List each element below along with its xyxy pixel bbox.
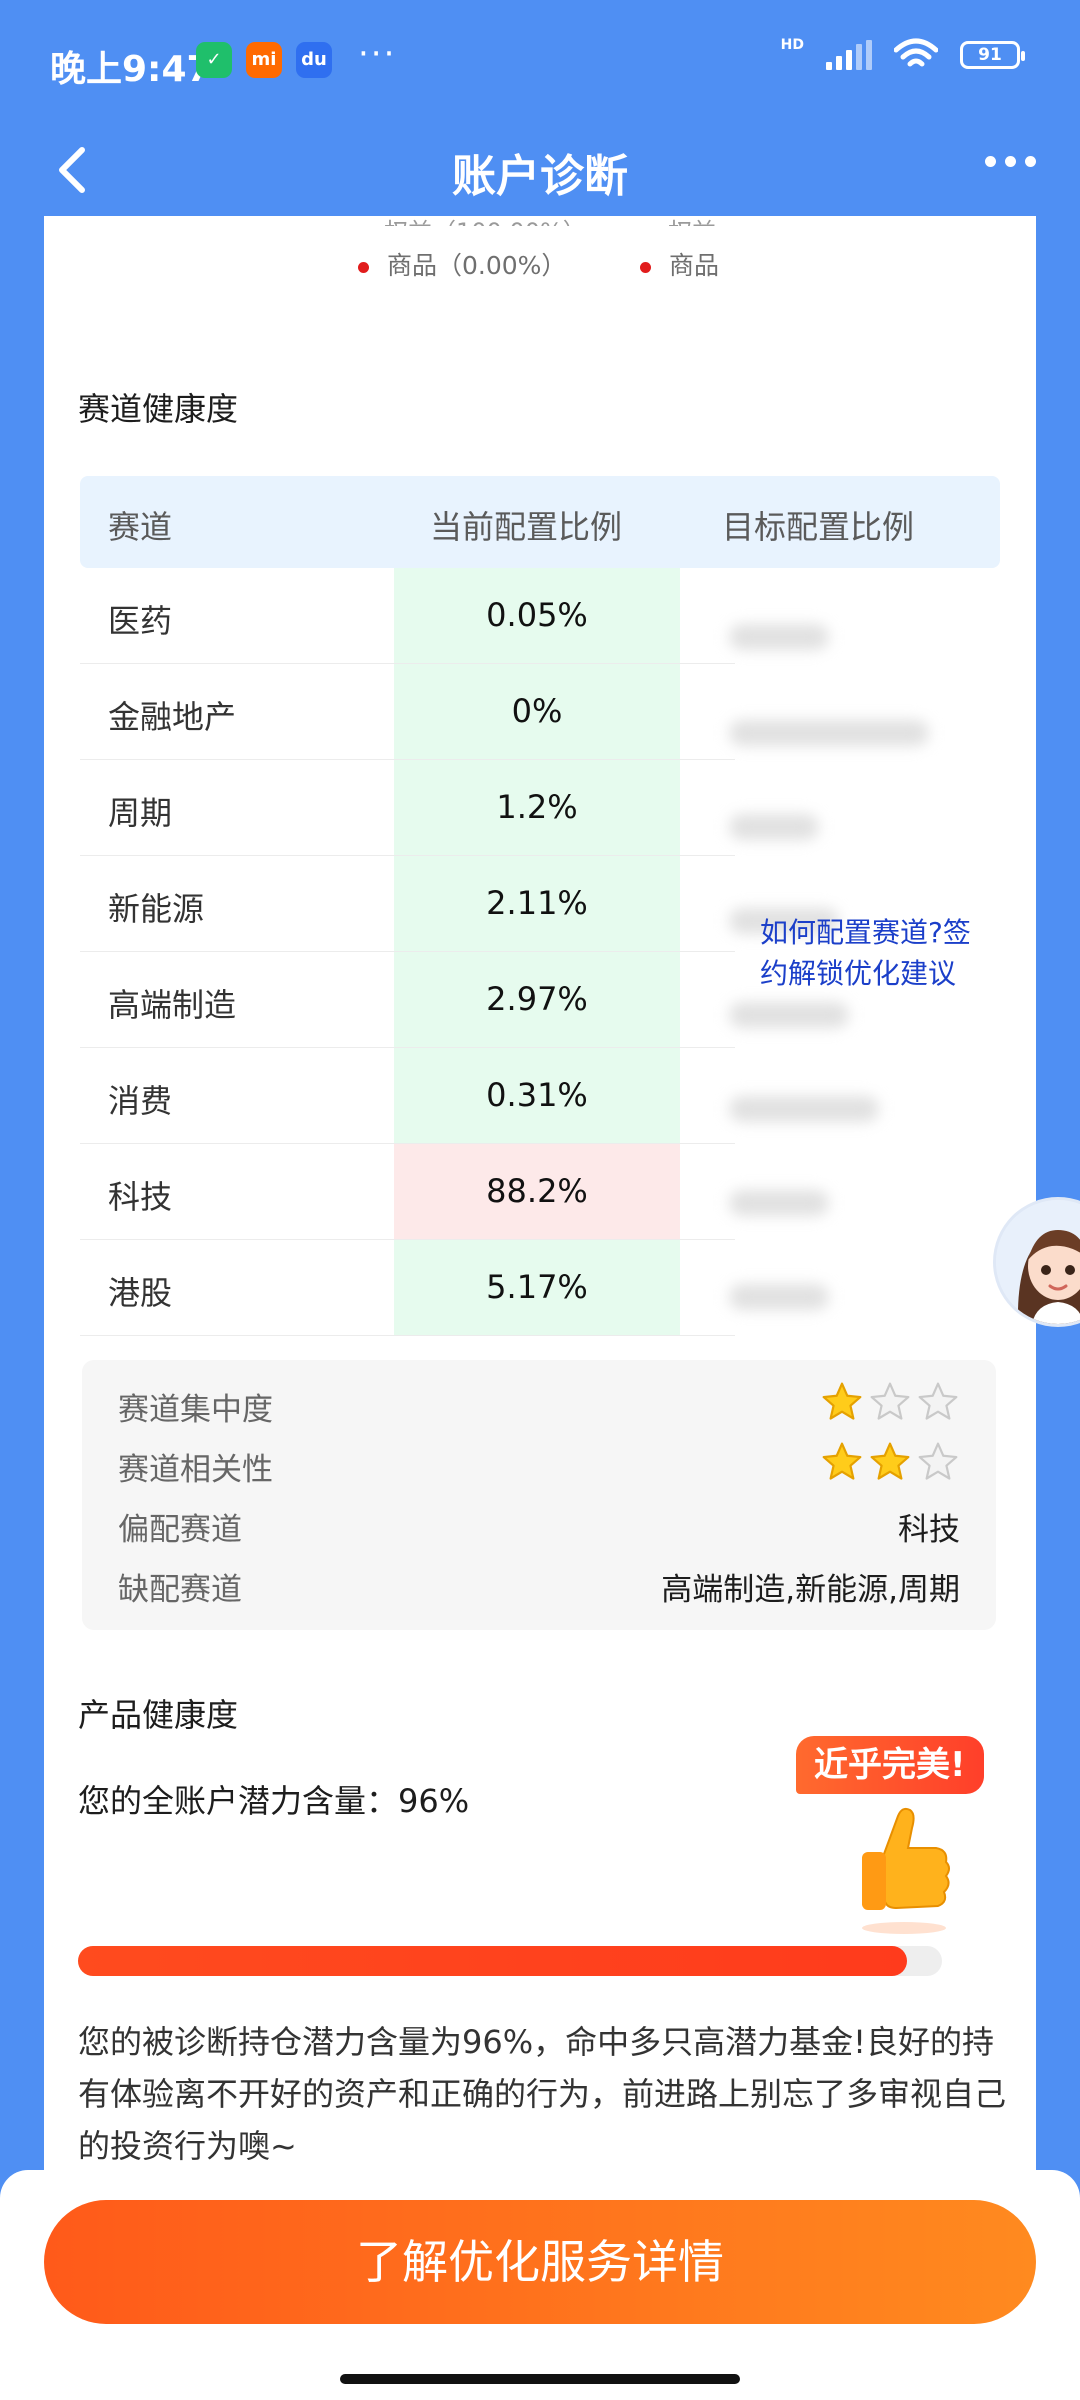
blurred-target: [729, 1002, 849, 1028]
header-track: 赛道: [108, 508, 173, 546]
correlation-row: 赛道相关性: [118, 1436, 960, 1488]
overweight-value: 科技: [898, 1512, 960, 1548]
current-ratio: 0.31%: [394, 1048, 680, 1143]
table-row: 金融地产 0%: [80, 664, 735, 760]
hd-indicator: HD: [780, 37, 804, 53]
current-ratio: 88.2%: [394, 1144, 680, 1239]
page-title: 账户诊断: [452, 151, 628, 202]
track-name: 周期: [108, 794, 173, 832]
track-name: 高端制造: [108, 986, 237, 1024]
concentration-row: 赛道集中度: [118, 1376, 960, 1428]
blurred-target: [729, 814, 819, 840]
status-icons: HD 91: [780, 37, 1025, 72]
potential-progress-fill: [78, 1946, 908, 1976]
star-filled-icon: [870, 1442, 910, 1480]
current-ratio: 2.11%: [394, 856, 680, 951]
correlation-label: 赛道相关性: [118, 1452, 273, 1488]
star-empty-icon: [918, 1442, 958, 1480]
legend-label: 商品: [669, 251, 720, 280]
table-row: 港股 5.17%: [80, 1240, 735, 1336]
rating-badge: 近乎完美!: [796, 1736, 984, 1794]
more-options-icon[interactable]: [985, 156, 1036, 167]
track-name: 港股: [108, 1274, 173, 1312]
potential-description: 您的被诊断持仓潜力含量为96%，命中多只高潜力基金!良好的持有体验离不开好的资产…: [78, 2023, 1007, 2165]
legend-item: 商品: [640, 246, 719, 282]
table-row: 新能源 2.11%: [80, 856, 735, 952]
blurred-target: [729, 1190, 829, 1216]
more-notifications-icon: ···: [358, 34, 397, 74]
header-current: 当前配置比例: [430, 508, 623, 546]
status-bar: 晚上9:47 ✓ mi du ··· HD 91: [0, 0, 1080, 126]
blurred-target: [729, 1096, 879, 1122]
cut-off-text: 权益（100.00%）: [384, 212, 587, 226]
correlation-stars: [820, 1440, 960, 1484]
current-ratio: 0%: [394, 664, 680, 759]
legend-item: 商品（0.00%）: [358, 246, 566, 282]
current-ratio: 5.17%: [394, 1240, 680, 1335]
blurred-target: [729, 624, 829, 650]
underweight-row: 缺配赛道 高端制造,新能源,周期: [118, 1556, 960, 1608]
nav-bar: 账户诊断: [0, 126, 1080, 216]
potential-progress-bar: [78, 1946, 942, 1976]
signal-icon: [826, 40, 872, 70]
table-row: 高端制造 2.97%: [80, 952, 735, 1048]
potential-text: 您的全账户潜力含量：96%: [78, 1782, 470, 1820]
thumbs-up-icon: [862, 1807, 950, 1934]
current-ratio: 0.05%: [394, 568, 680, 663]
home-indicator[interactable]: [340, 2374, 740, 2384]
learn-optimization-button[interactable]: 了解优化服务详情: [44, 2200, 1036, 2324]
blurred-target: [729, 1284, 829, 1310]
overweight-label: 偏配赛道: [118, 1512, 242, 1548]
shield-app-icon: ✓: [196, 42, 232, 78]
track-name: 金融地产: [108, 698, 237, 736]
table-row: 科技 88.2%: [80, 1144, 735, 1240]
battery-icon: 91: [960, 41, 1025, 69]
header-target: 目标配置比例: [722, 508, 915, 546]
current-ratio: 1.2%: [394, 760, 680, 855]
star-filled-icon: [822, 1442, 862, 1480]
track-name: 消费: [108, 1082, 173, 1120]
legend-label: 商品（0.00%）: [387, 251, 567, 280]
track-name: 医药: [108, 602, 173, 640]
table-row: 医药 0.05%: [80, 568, 735, 664]
mi-app-icon: mi: [246, 42, 282, 78]
track-summary: 赛道集中度 赛道相关性 偏配赛道 科技 缺配赛道 高端制造,新能源,周期: [82, 1360, 996, 1630]
track-name: 科技: [108, 1178, 173, 1216]
overweight-row: 偏配赛道 科技: [118, 1496, 960, 1548]
star-empty-icon: [870, 1382, 910, 1420]
current-ratio: 2.97%: [394, 952, 680, 1047]
battery-level: 91: [978, 45, 1002, 65]
table-row: 周期 1.2%: [80, 760, 735, 856]
status-time: 晚上9:47: [50, 49, 212, 90]
star-filled-icon: [822, 1382, 862, 1420]
baidu-app-icon: du: [296, 42, 332, 78]
concentration-stars: [820, 1380, 960, 1424]
blurred-target: [729, 720, 929, 746]
bottom-bar: 了解优化服务详情: [0, 2170, 1080, 2400]
track-health-title: 赛道健康度: [78, 390, 239, 428]
concentration-label: 赛道集中度: [118, 1392, 273, 1428]
cut-off-text: 权益: [668, 212, 716, 226]
table-header: 赛道 当前配置比例 目标配置比例: [80, 476, 1000, 568]
underweight-value: 高端制造,新能源,周期: [661, 1572, 960, 1608]
product-health-title: 产品健康度: [78, 1696, 239, 1734]
track-table: 赛道 当前配置比例 目标配置比例 医药 0.05% 金融地产 0% 周期 1.2% 新…: [80, 476, 1000, 1336]
track-name: 新能源: [108, 890, 205, 928]
diagnosis-card: 权益（100.00%） 权益 商品（0.00%） 商品 赛道健康度 赛道 当前配…: [44, 216, 1036, 2216]
underweight-label: 缺配赛道: [118, 1572, 242, 1608]
table-row: 消费 0.31%: [80, 1048, 735, 1144]
wifi-icon: [894, 38, 938, 67]
unlock-advice-link[interactable]: 如何配置赛道?签约解锁优化建议: [760, 912, 980, 994]
star-empty-icon: [918, 1382, 958, 1420]
